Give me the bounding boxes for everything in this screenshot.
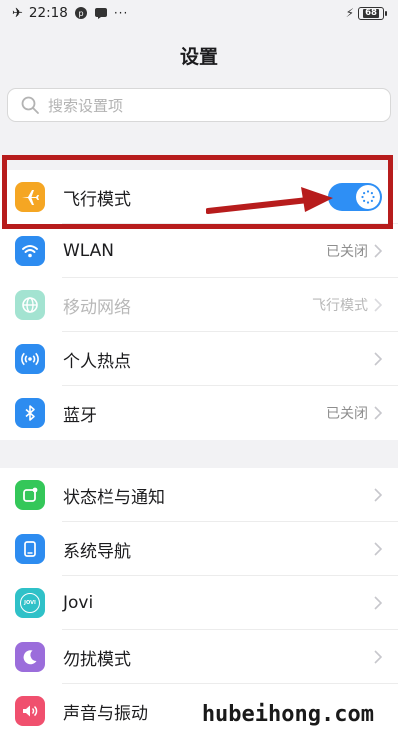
annotation-arrow-icon bbox=[206, 187, 333, 214]
bluetooth-icon bbox=[15, 398, 45, 428]
settings-row-status: 已关闭 bbox=[326, 244, 368, 260]
chevron-right-icon bbox=[374, 244, 382, 258]
jovi-logo: JOVI bbox=[20, 593, 40, 613]
status-bar: ✈ 22:18 p ··· ⚡ 68 bbox=[0, 0, 398, 28]
settings-row-right: 飞行模式 bbox=[312, 278, 382, 332]
settings-row-navigation[interactable]: 系统导航 bbox=[0, 522, 398, 576]
status-time: 22:18 bbox=[28, 5, 68, 21]
chat-notification-icon bbox=[94, 8, 107, 19]
settings-row-status: 已关闭 bbox=[326, 406, 368, 422]
speaker-icon bbox=[15, 696, 45, 726]
notification-icon bbox=[15, 480, 45, 510]
battery-level: 68 bbox=[363, 7, 379, 18]
page-title: 设置 bbox=[179, 46, 218, 68]
settings-row-jovi[interactable]: JOVI Jovi bbox=[0, 576, 398, 630]
search-placeholder: 搜索设置项 bbox=[48, 96, 124, 115]
settings-row-right bbox=[374, 630, 382, 684]
settings-row-label: 移动网络 bbox=[63, 297, 131, 318]
watermark: hubeihong.com bbox=[201, 702, 374, 727]
settings-row-right bbox=[374, 522, 382, 576]
settings-row-label: 蓝牙 bbox=[63, 405, 97, 426]
hotspot-icon bbox=[15, 344, 45, 374]
settings-row-label: 状态栏与通知 bbox=[63, 487, 165, 508]
status-bar-right: ⚡ 68 bbox=[345, 6, 387, 20]
navigation-icon bbox=[15, 534, 45, 564]
svg-text:p: p bbox=[78, 9, 83, 18]
settings-row-right bbox=[374, 576, 382, 630]
jovi-icon: JOVI bbox=[15, 588, 45, 618]
settings-row-dnd[interactable]: 勿扰模式 bbox=[0, 630, 398, 684]
more-notifications-indicator: ··· bbox=[113, 6, 129, 20]
settings-row-wlan[interactable]: WLAN 已关闭 bbox=[0, 224, 398, 278]
settings-row-label: 勿扰模式 bbox=[63, 649, 131, 670]
settings-row-bluetooth[interactable]: 蓝牙 已关闭 bbox=[0, 386, 398, 440]
chevron-right-icon bbox=[374, 542, 382, 556]
search-icon bbox=[21, 96, 39, 114]
chevron-right-icon bbox=[374, 650, 382, 664]
settings-row-statusbar[interactable]: 状态栏与通知 bbox=[0, 468, 398, 522]
settings-row-right bbox=[374, 332, 382, 386]
settings-row-right bbox=[374, 468, 382, 522]
globe-icon bbox=[15, 290, 45, 320]
wifi-icon bbox=[15, 236, 45, 266]
settings-row-label: 个人热点 bbox=[63, 351, 131, 372]
settings-row-right: 已关闭 bbox=[326, 224, 382, 278]
search-input[interactable]: 搜索设置项 bbox=[7, 88, 391, 122]
moon-icon bbox=[15, 642, 45, 672]
message-notification-icon: p bbox=[74, 7, 87, 19]
chevron-right-icon bbox=[374, 596, 382, 610]
chevron-right-icon bbox=[374, 352, 382, 366]
settings-row-mobile-network[interactable]: 移动网络 飞行模式 bbox=[0, 278, 398, 332]
chevron-right-icon bbox=[374, 406, 382, 420]
settings-row-label: Jovi bbox=[63, 593, 94, 613]
settings-row-label: WLAN bbox=[63, 241, 115, 261]
airplane-mode-status-icon: ✈ bbox=[12, 5, 23, 21]
system-group: 状态栏与通知 系统导航 JOVI Jovi 勿扰模式 声音与振动 bbox=[0, 468, 398, 738]
settings-row-label: 系统导航 bbox=[63, 541, 131, 562]
settings-row-hotspot[interactable]: 个人热点 bbox=[0, 332, 398, 386]
battery-icon: 68 bbox=[358, 6, 387, 20]
chevron-right-icon bbox=[374, 488, 382, 502]
charging-icon: ⚡ bbox=[345, 6, 354, 20]
settings-row-right: 已关闭 bbox=[326, 386, 382, 440]
status-bar-left: ✈ 22:18 p ··· bbox=[12, 5, 128, 21]
settings-row-label: 声音与振动 bbox=[63, 703, 148, 724]
settings-row-status: 飞行模式 bbox=[312, 298, 368, 314]
chevron-right-icon bbox=[374, 298, 382, 312]
